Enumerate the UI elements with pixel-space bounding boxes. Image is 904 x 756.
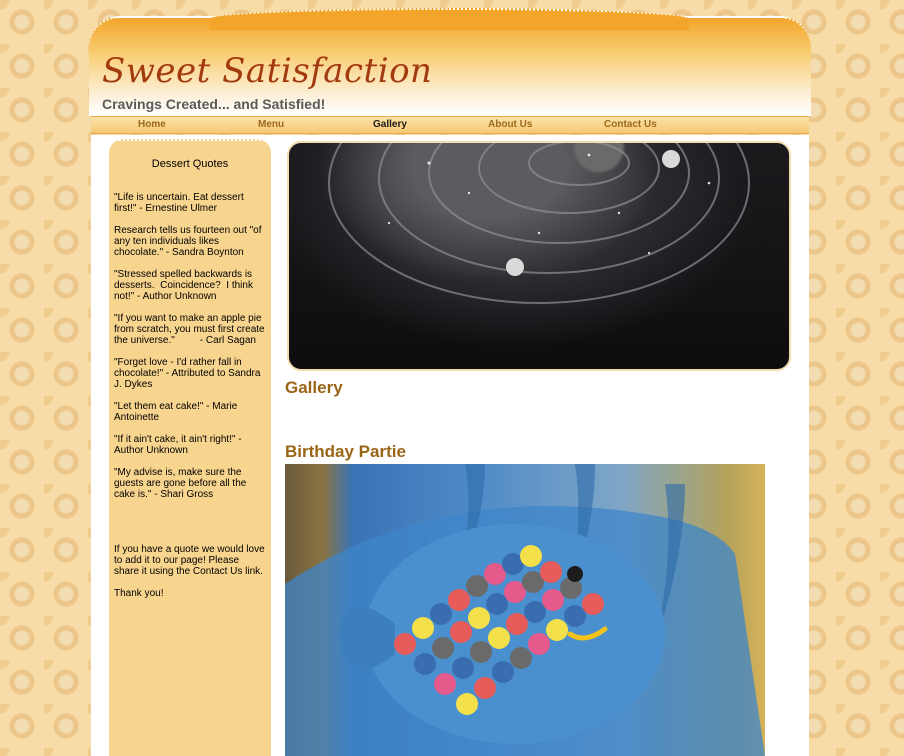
quotes-sidebar: Dessert Quotes "Life is uncertain. Eat d… [109,139,271,756]
quote-item: "My advise is, make sure the guests are … [114,467,250,500]
quote-item: "If you want to make an apple pie from s… [114,313,268,346]
site-title[interactable]: Sweet Satisfaction [102,51,432,91]
rainbow-fish-cake-photo [285,464,765,756]
page-wrapper: Sweet Satisfaction Cravings Created... a… [89,0,811,756]
site-header: Sweet Satisfaction Cravings Created... a… [89,8,811,116]
quote-item: Research tells us fourteen out "of any t… [114,225,265,258]
content-area: Dessert Quotes "Life is uncertain. Eat d… [91,135,809,756]
page-heading: Gallery [285,378,343,397]
quote-item: "Stressed spelled backwards is desserts.… [114,269,256,302]
nav-home[interactable]: Home [138,117,166,133]
quote-item: "Life is uncertain. Eat dessert first!" … [114,192,247,214]
frosting-swirl-image [328,143,750,304]
quote-item: "Forget love - I'd rather fall in chocol… [114,357,264,390]
main-nav: Home Menu Gallery About Us Contact Us [91,116,809,134]
quotes-heading: Dessert Quotes [151,158,229,170]
quote-item: "Let them eat cake!" - Marie Antoinette [114,401,240,423]
quote-item: "If it ain't cake, it ain't right!" - Au… [114,434,244,456]
site-tagline: Cravings Created... and Satisfied! [102,96,326,112]
nav-menu[interactable]: Menu [258,117,284,133]
nav-about-us[interactable]: About Us [488,117,532,133]
nav-contact-us[interactable]: Contact Us [604,117,657,133]
rainbow-fish-image [285,464,765,756]
share-note: If you have a quote we would love to add… [114,544,268,577]
quotes-list: "Life is uncertain. Eat dessert first!" … [114,192,266,610]
nav-gallery[interactable]: Gallery [373,117,407,133]
thank-you-note: Thank you! [114,588,164,599]
section-heading: Birthday Partie [285,442,406,461]
hero-cupcake-photo [287,141,791,371]
